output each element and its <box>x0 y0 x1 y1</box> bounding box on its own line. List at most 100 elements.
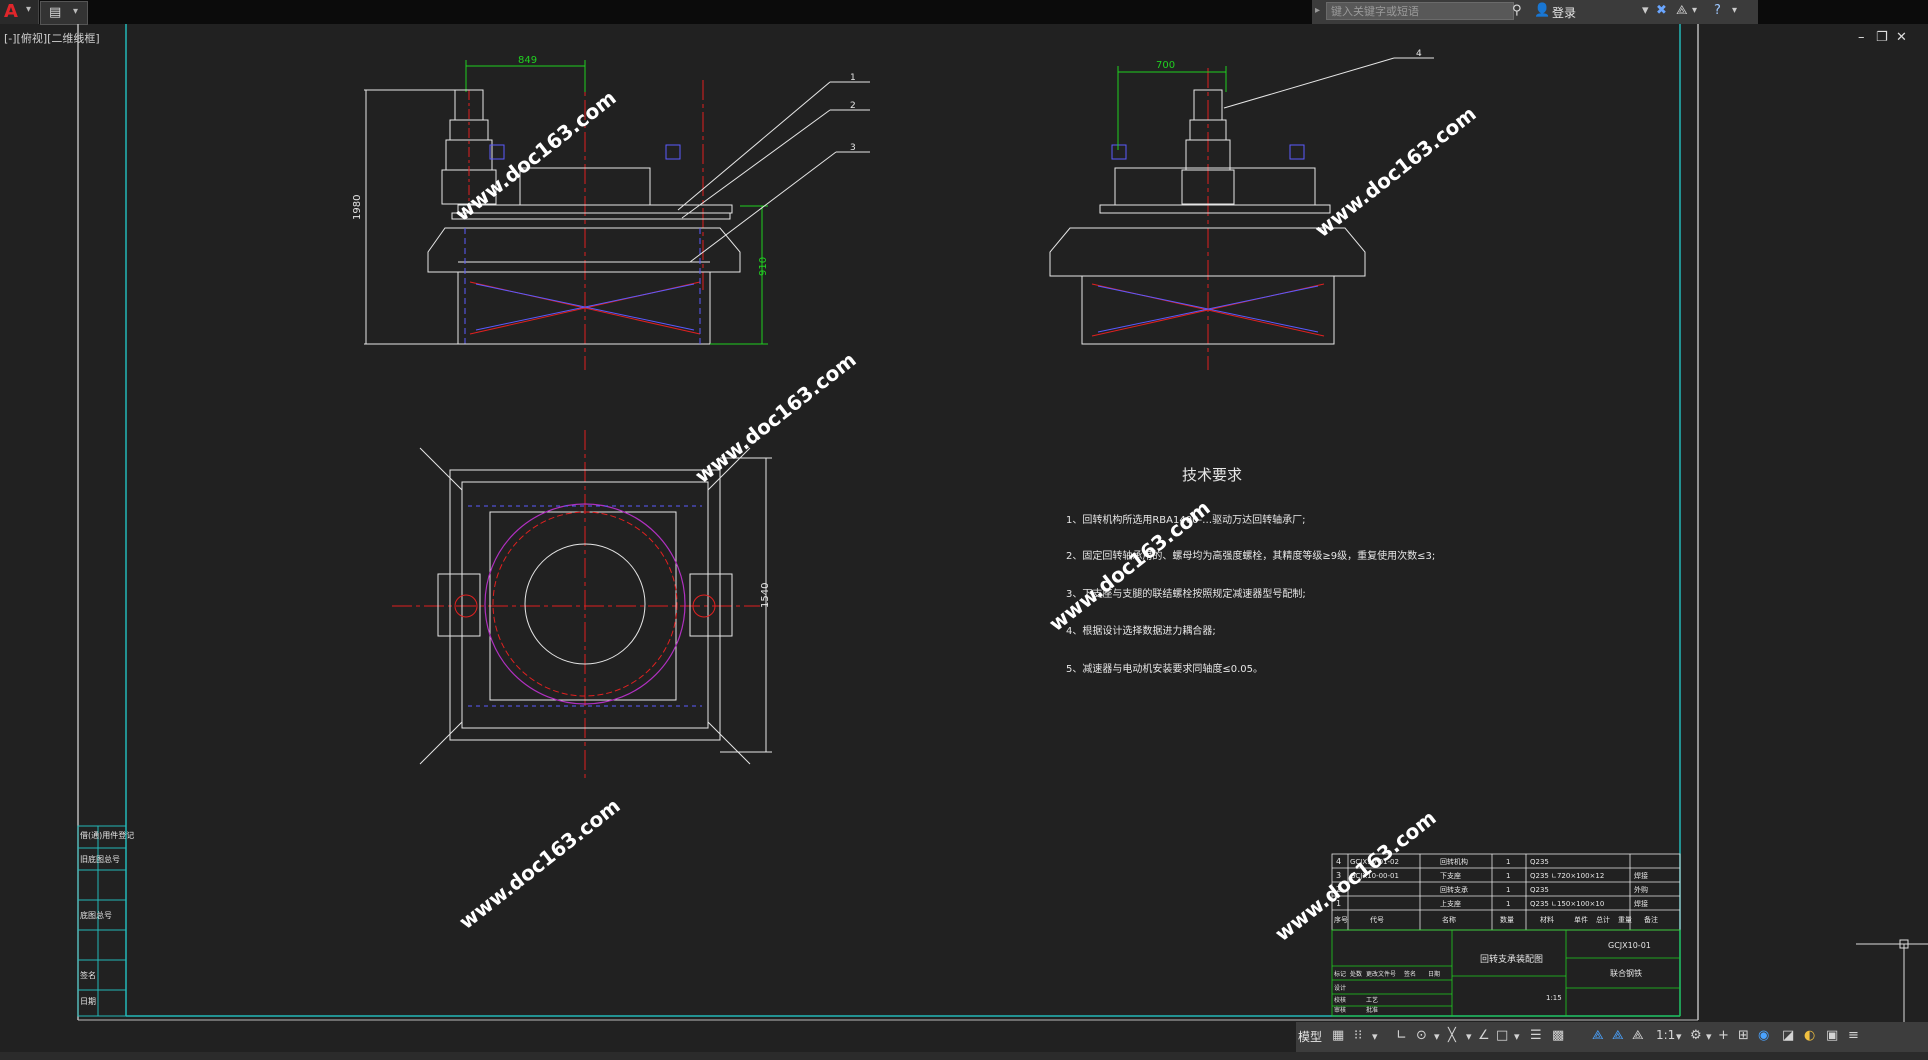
expand-arrow-icon[interactable]: ▸ <box>1315 5 1320 16</box>
callout-4: 4 <box>1416 49 1422 59</box>
bottom-strip <box>0 1052 1928 1060</box>
viewport-controls-label[interactable]: [-][俯视][二维线框] <box>4 30 100 46</box>
dimension-849: 849 <box>518 55 537 66</box>
tech-requirement-line: 4、根据设计选择数据进力耦合器; <box>1066 624 1216 637</box>
model-space-button[interactable]: 模型 <box>1298 1028 1322 1045</box>
chevron-down-icon[interactable]: ▾ <box>73 6 78 17</box>
watermark-text: www.doc163.com <box>1270 805 1440 945</box>
grid-display-icon[interactable]: ▦ <box>1332 1028 1344 1043</box>
part-row-material: Q235 ∟150×100×10 <box>1530 900 1604 908</box>
polar-tracking-icon[interactable]: ⊙ <box>1416 1028 1427 1043</box>
isolate-objects-icon[interactable]: ◪ <box>1782 1028 1794 1043</box>
restore-icon[interactable]: ❐ <box>1876 30 1888 45</box>
tech-requirement-line: 5、减速器与电动机安装要求同轴度≤0.05。 <box>1066 662 1263 675</box>
parts-header-cell: 材料 <box>1540 915 1554 924</box>
title-block-label: 工艺 <box>1366 996 1378 1004</box>
document-properties-icon[interactable]: ▤ <box>49 5 61 20</box>
parts-header-cell: 备注 <box>1644 915 1658 924</box>
autocad-logo-icon: A <box>4 1 18 22</box>
workspace-gear-icon[interactable]: ⚙ <box>1690 1028 1702 1043</box>
chevron-down-icon[interactable]: ▾ <box>1732 5 1737 16</box>
drawing-canvas[interactable]: 借(通)用件登记 旧底图总号 底图总号 签名 日期 849 1980 910 1… <box>0 24 1928 1022</box>
chevron-down-icon[interactable]: ▾ <box>1514 1030 1520 1043</box>
part-row-qty: 1 <box>1506 886 1510 894</box>
isometric-drafting-icon[interactable]: ╳ <box>1448 1028 1456 1043</box>
part-row-note: 焊接 <box>1634 899 1648 908</box>
object-snap-tracking-icon[interactable]: ∠ <box>1478 1028 1490 1043</box>
watermark-text: www.doc163.com <box>690 347 860 487</box>
status-bar: 模型 ▦ ⁝⁝ ▾ ∟ ⊙ ▾ ╳ ▾ ∠ □ ▾ ☰ ▩ ⟁ ⟁ ⟁ 1:1 … <box>1296 1022 1928 1052</box>
quick-properties-icon[interactable]: ◉ <box>1758 1028 1769 1043</box>
dimension-700: 700 <box>1156 60 1175 71</box>
parts-header-cell: 数量 <box>1500 915 1514 924</box>
part-row-material: Q235 ∟720×100×12 <box>1530 872 1604 880</box>
left-panel-label: 底图总号 <box>80 910 112 920</box>
crosshair-cursor <box>1856 939 1928 1022</box>
part-row-name: 上支座 <box>1440 899 1461 908</box>
part-row-note: 焊接 <box>1634 871 1648 880</box>
minimize-icon[interactable]: – <box>1858 30 1865 45</box>
help-icon[interactable]: ? <box>1714 3 1721 18</box>
top-view: 1540 <box>392 430 772 780</box>
dimension-1980: 1980 <box>352 195 363 220</box>
part-row-material: Q235 <box>1530 886 1549 894</box>
part-row-qty: 1 <box>1506 900 1510 908</box>
parts-header-cell: 名称 <box>1442 915 1456 924</box>
title-block-label: 设计 <box>1334 984 1346 992</box>
annotation-monitor-icon[interactable]: + <box>1718 1028 1729 1043</box>
units-icon[interactable]: ⊞ <box>1738 1028 1749 1043</box>
ortho-mode-icon[interactable]: ∟ <box>1396 1028 1407 1043</box>
chevron-down-icon[interactable]: ▾ <box>1676 1030 1682 1043</box>
object-snap-icon[interactable]: □ <box>1496 1028 1508 1043</box>
left-panel-label: 日期 <box>80 997 96 1006</box>
annotation-visibility-icon[interactable]: ⟁ <box>1592 1028 1604 1043</box>
lineweight-icon[interactable]: ☰ <box>1530 1028 1542 1043</box>
company-name: 联合钢铁 <box>1610 968 1642 978</box>
part-row-qty: 1 <box>1506 872 1510 880</box>
title-block-label: 更改文件号 <box>1366 970 1396 978</box>
clean-screen-icon[interactable]: ▣ <box>1826 1028 1838 1043</box>
customization-menu-icon[interactable]: ≡ <box>1848 1028 1859 1043</box>
chevron-down-icon[interactable]: ▾ <box>1692 5 1697 16</box>
parts-header-cell: 重量 <box>1618 916 1632 924</box>
chevron-down-icon[interactable]: ▾ <box>1372 1030 1378 1043</box>
watermark-text: www.doc163.com <box>1310 101 1480 241</box>
part-row-qty: 1 <box>1506 858 1510 866</box>
annotation-scale-value[interactable]: 1:1 <box>1656 1028 1675 1042</box>
part-row-note: 外购 <box>1634 885 1648 894</box>
autodesk-a360-icon[interactable]: ⟁ <box>1676 3 1688 18</box>
login-button[interactable]: 登录 <box>1552 4 1576 21</box>
parts-header-cell: 序号 <box>1334 915 1348 924</box>
part-row-name: 回转支承 <box>1440 885 1468 894</box>
auto-scale-icon[interactable]: ⟁ <box>1612 1028 1624 1043</box>
transparency-icon[interactable]: ▩ <box>1552 1028 1564 1043</box>
title-block-label: 批准 <box>1366 1006 1378 1014</box>
callout-3: 3 <box>850 143 856 153</box>
hardware-acceleration-icon[interactable]: ◐ <box>1804 1028 1815 1043</box>
callout-2: 2 <box>850 101 856 111</box>
chevron-down-icon[interactable]: ▾ <box>1642 3 1649 18</box>
chevron-down-icon[interactable]: ▾ <box>1434 1030 1440 1043</box>
title-block-label: 日期 <box>1428 970 1440 978</box>
chevron-down-icon[interactable]: ▾ <box>1706 1030 1712 1043</box>
annotation-scale-icon[interactable]: ⟁ <box>1632 1028 1644 1043</box>
dimension-1540: 1540 <box>760 583 771 608</box>
application-menu-button[interactable]: A ▾ <box>0 0 39 24</box>
title-bar: A ▾ ▤ ▾ ▸ 键入关键字或短语 ⚲ 👤 登录 ▾ ✖ ⟁ ▾ ? ▾ <box>0 0 1928 25</box>
parts-header-cell: 代号 <box>1370 915 1384 924</box>
part-row-no: 4 <box>1336 857 1341 866</box>
binoculars-search-icon[interactable]: ⚲ <box>1512 3 1522 18</box>
parts-header-cell: 单件 <box>1574 915 1588 924</box>
search-input[interactable]: 键入关键字或短语 <box>1326 2 1514 20</box>
side-view: 700 4 <box>1049 49 1434 370</box>
drawing-name: 回转支承装配图 <box>1480 953 1543 965</box>
info-center-bar: ▸ 键入关键字或短语 ⚲ 👤 登录 ▾ ✖ ⟁ ▾ ? ▾ <box>1312 0 1758 24</box>
exchange-apps-icon[interactable]: ✖ <box>1656 3 1667 18</box>
title-block-label: 审核 <box>1334 1006 1346 1014</box>
snap-mode-icon[interactable]: ⁝⁝ <box>1354 1028 1362 1043</box>
part-row-material: Q235 <box>1530 858 1549 866</box>
user-icon[interactable]: 👤 <box>1534 3 1550 18</box>
close-icon[interactable]: ✕ <box>1896 30 1907 45</box>
chevron-down-icon[interactable]: ▾ <box>1466 1030 1472 1043</box>
quick-access-toolbar[interactable]: ▤ ▾ <box>40 1 88 25</box>
